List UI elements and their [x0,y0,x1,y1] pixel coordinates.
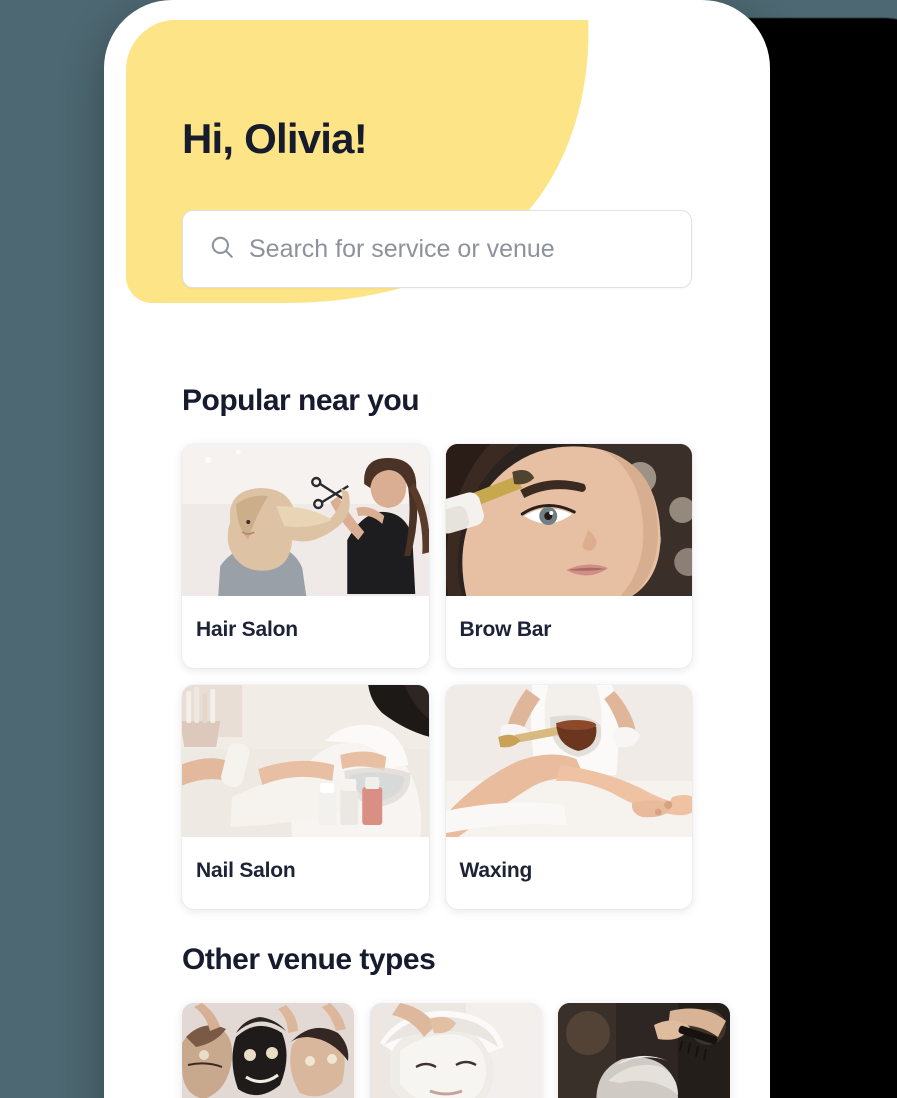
venue-card-label: Nail Salon [196,859,296,882]
search-input[interactable] [249,234,665,264]
venue-card-brow-bar[interactable]: Brow Bar [445,444,692,668]
venue-card-label: Waxing [459,859,533,882]
venue-card-hair-salon[interactable]: Hair Salon [182,444,429,668]
strip-card-face-mask-group[interactable] [182,1003,354,1098]
brow-bar-photo [445,444,692,596]
nail-salon-photo [182,685,429,837]
screenshot-canvas: Hi, Olivia! Popular near you [0,0,897,1098]
strip-card-hair-styling[interactable] [558,1003,730,1098]
venue-card-label: Brow Bar [459,618,552,641]
venue-card-waxing[interactable]: Waxing [445,685,692,909]
search-icon [209,234,235,265]
greeting-title: Hi, Olivia! [182,115,368,162]
hero-section: Hi, Olivia! [126,20,748,289]
venue-card-nail-salon[interactable]: Nail Salon [182,685,429,909]
other-section-title: Other venue types [182,943,436,976]
strip-card-facial-treatment[interactable] [370,1003,542,1098]
other-venue-strip [182,1003,730,1098]
search-bar[interactable] [182,210,692,289]
phone-screen: Hi, Olivia! Popular near you [126,20,748,1098]
phone-frame: Hi, Olivia! Popular near you [104,0,770,1098]
hair-salon-photo [182,444,429,596]
popular-section-title: Popular near you [182,384,420,417]
waxing-photo [445,685,692,837]
popular-card-grid: Hair Salon Brow Bar Nail Salon Waxing [182,444,692,909]
content-scroll-area: Popular near you Hair Salon Brow Bar Nai… [126,350,748,1098]
venue-card-label: Hair Salon [196,618,298,641]
